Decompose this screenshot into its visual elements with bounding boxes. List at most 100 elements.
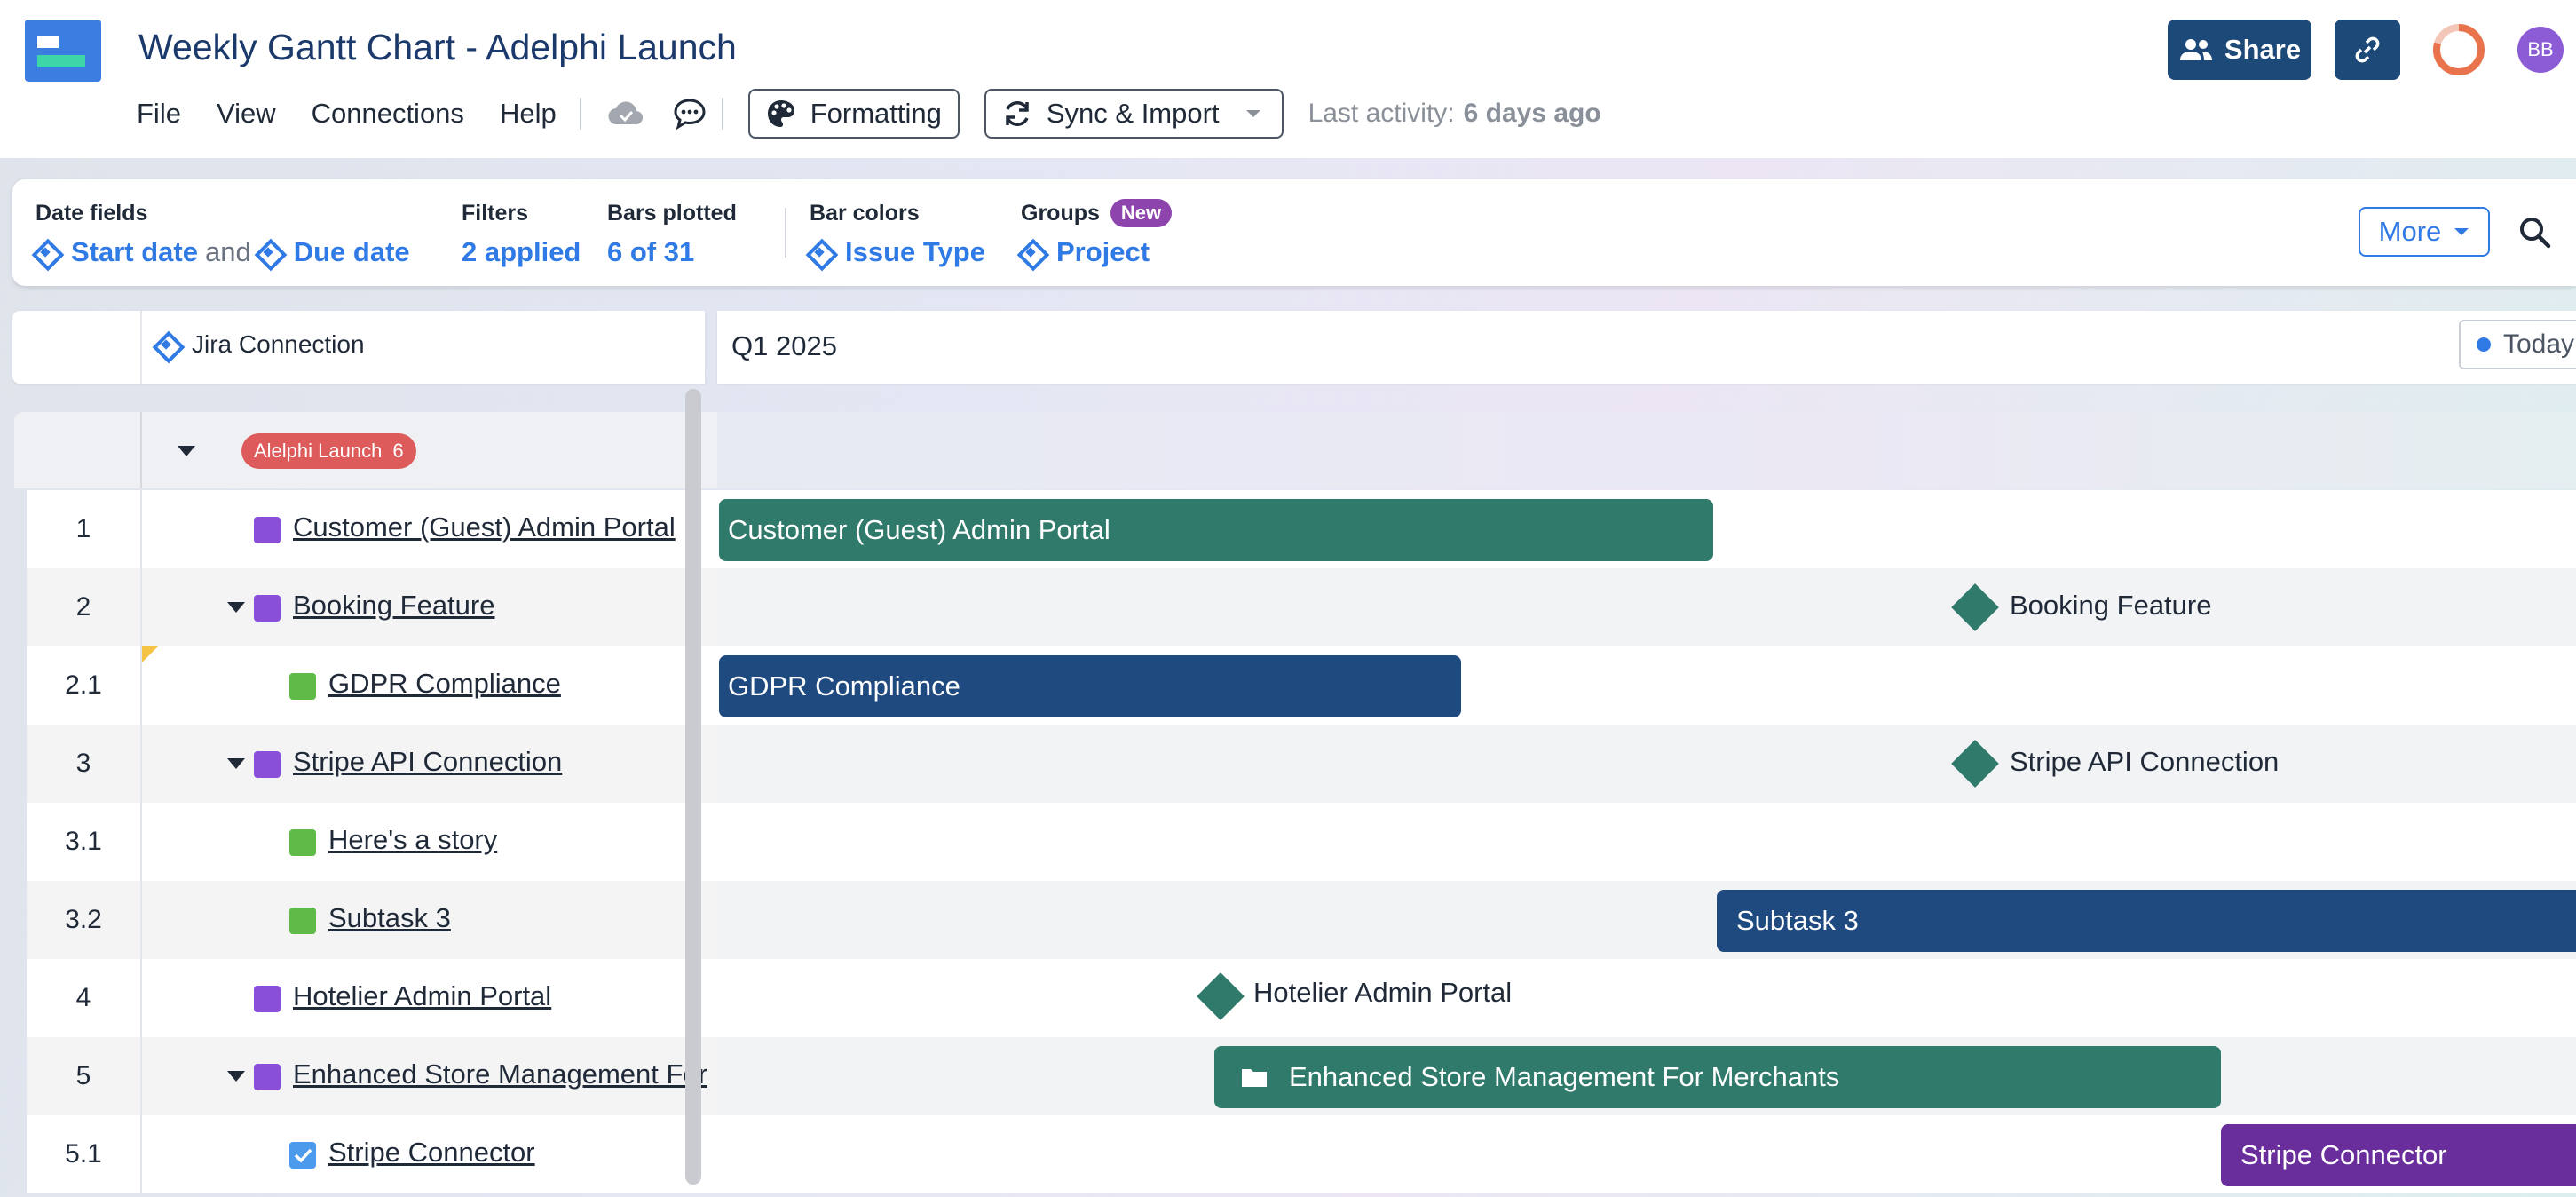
- group-timeline-cell: [717, 412, 2576, 488]
- gantt-bar[interactable]: Customer (Guest) Admin Portal: [719, 499, 1713, 561]
- chevron-down-icon: [1245, 110, 1260, 117]
- chart-settings-bar: Date fields Start date and Due date Filt…: [12, 179, 2576, 286]
- bars-plotted-value[interactable]: 6 of 31: [607, 236, 737, 268]
- top-bar: Weekly Gantt Chart - Adelphi Launch File…: [0, 0, 2576, 158]
- document-title[interactable]: Weekly Gantt Chart - Adelphi Launch: [138, 27, 737, 68]
- milestone-label: Hotelier Admin Portal: [1253, 977, 1513, 1008]
- issue-link[interactable]: Here's a story: [328, 824, 497, 856]
- table-row[interactable]: 2 Booking Feature Booking Feature: [27, 568, 2576, 646]
- last-activity-value: 6 days ago: [1463, 99, 1601, 128]
- share-button[interactable]: Share: [2168, 20, 2311, 80]
- row-name-cell: Hotelier Admin Portal: [142, 959, 731, 1037]
- comments-icon[interactable]: [670, 94, 709, 133]
- row-number: 5.1: [27, 1115, 142, 1193]
- bar-colors-setting[interactable]: Bar colors Issue Type: [810, 197, 985, 268]
- comment-flag-icon[interactable]: [142, 646, 158, 662]
- row-timeline-cell: Booking Feature: [717, 568, 2576, 646]
- table-row[interactable]: 1 Customer (Guest) Admin Portal Customer…: [27, 490, 2576, 568]
- and-text: and: [204, 236, 251, 267]
- groups-label: Groups: [1021, 200, 1100, 226]
- cloud-saved-icon[interactable]: [606, 94, 645, 133]
- gantt-bar[interactable]: GDPR Compliance: [719, 655, 1461, 717]
- filters-value[interactable]: 2 applied: [462, 236, 581, 268]
- gantt-bar[interactable]: Stripe Connector: [2221, 1124, 2576, 1186]
- group-number-cell: [14, 412, 142, 488]
- bars-plotted-setting[interactable]: Bars plotted 6 of 31: [607, 197, 737, 268]
- due-date-field[interactable]: Due date: [294, 236, 410, 268]
- table-row[interactable]: 3 Stripe API Connection Stripe API Conne…: [27, 725, 2576, 803]
- menu-connections[interactable]: Connections: [312, 98, 464, 130]
- palette-icon: [767, 100, 794, 127]
- row-number: 5: [27, 1037, 142, 1115]
- filters-label: Filters: [462, 200, 529, 226]
- jira-field-icon: [36, 242, 55, 262]
- groups-value[interactable]: Project: [1056, 236, 1150, 268]
- milestone-diamond[interactable]: [1951, 583, 1999, 631]
- row-name-cell: Stripe API Connection: [142, 725, 731, 803]
- milestone-label: Booking Feature: [2010, 590, 2212, 621]
- issue-link[interactable]: Enhanced Store Management For: [293, 1058, 707, 1090]
- copy-link-button[interactable]: [2335, 20, 2400, 80]
- groups-setting[interactable]: Groups New Project: [1021, 197, 1173, 268]
- row-number: 1: [27, 490, 142, 568]
- jira-connection-icon: [156, 335, 176, 354]
- issue-link[interactable]: Booking Feature: [293, 590, 494, 622]
- connection-header[interactable]: Jira Connection: [156, 330, 365, 359]
- sync-icon: [1006, 101, 1029, 126]
- avatar[interactable]: BB: [2517, 27, 2564, 73]
- issue-link[interactable]: GDPR Compliance: [328, 668, 561, 700]
- table-row[interactable]: 4 Hotelier Admin Portal Hotelier Admin P…: [27, 959, 2576, 1037]
- collapse-caret-icon[interactable]: [227, 758, 245, 769]
- filters-setting[interactable]: Filters 2 applied: [462, 197, 581, 268]
- gantt-logo-icon[interactable]: [25, 20, 101, 82]
- sync-import-button[interactable]: Sync & Import: [984, 89, 1284, 139]
- connection-label: Jira Connection: [192, 330, 365, 358]
- new-badge: New: [1110, 199, 1173, 227]
- milestone-diamond[interactable]: [1951, 740, 1999, 788]
- more-button[interactable]: More: [2359, 207, 2490, 257]
- table-row[interactable]: 3.1 Here's a story: [27, 803, 2576, 881]
- issue-link[interactable]: Hotelier Admin Portal: [293, 980, 551, 1012]
- vertical-scrollbar[interactable]: [685, 389, 701, 1185]
- group-badge[interactable]: Alelphi Launch 6: [241, 433, 416, 469]
- timeline-header: Q1 2025 Today: [717, 311, 2576, 384]
- menu-view[interactable]: View: [217, 98, 276, 130]
- gantt-bar[interactable]: Enhanced Store Management For Merchants: [1214, 1046, 2221, 1108]
- row-timeline-cell: Stripe Connector: [717, 1115, 2576, 1193]
- milestone-diamond[interactable]: [1197, 972, 1245, 1020]
- table-row[interactable]: 2.1 GDPR Compliance GDPR Compliance: [27, 646, 2576, 725]
- progress-ring-icon[interactable]: [2430, 21, 2487, 78]
- table-row[interactable]: 5.1 Stripe Connector Stripe Connector: [27, 1115, 2576, 1193]
- issue-link[interactable]: Stripe API Connection: [293, 746, 562, 778]
- menu-file[interactable]: File: [137, 98, 181, 130]
- collapse-caret-icon[interactable]: [178, 446, 195, 456]
- issue-link[interactable]: Stripe Connector: [328, 1137, 535, 1169]
- table-row[interactable]: 3.2 Subtask 3 Subtask 3: [27, 881, 2576, 959]
- today-button[interactable]: Today: [2459, 320, 2576, 369]
- last-activity: Last activity: 6 days ago: [1308, 99, 1601, 129]
- issue-link[interactable]: Subtask 3: [328, 902, 451, 934]
- search-icon[interactable]: [2517, 215, 2553, 250]
- collapse-caret-icon[interactable]: [227, 1071, 245, 1082]
- date-fields-setting[interactable]: Date fields Start date and Due date: [36, 197, 410, 268]
- start-date-field[interactable]: Start date: [71, 236, 198, 268]
- epic-icon: [254, 986, 281, 1012]
- epic-icon: [254, 751, 281, 778]
- table-row[interactable]: 5 Enhanced Store Management For Enhanced…: [27, 1037, 2576, 1115]
- row-timeline-cell: Subtask 3: [717, 881, 2576, 959]
- bar-colors-value[interactable]: Issue Type: [845, 236, 985, 268]
- timeline-period-label: Q1 2025: [731, 330, 837, 361]
- menu-help[interactable]: Help: [500, 98, 557, 130]
- more-label: More: [2378, 216, 2442, 247]
- formatting-button[interactable]: Formatting: [747, 89, 960, 139]
- people-icon: [2179, 39, 2212, 60]
- row-timeline-cell: Hotelier Admin Portal: [717, 959, 2576, 1037]
- milestone-label: Stripe API Connection: [2010, 746, 2280, 777]
- grid-body: Alelphi Launch 6 1 Customer (Guest) Admi…: [0, 412, 2576, 1197]
- issue-link[interactable]: Customer (Guest) Admin Portal: [293, 511, 676, 543]
- today-dot-icon: [2477, 337, 2491, 352]
- collapse-caret-icon[interactable]: [227, 602, 245, 613]
- group-row[interactable]: Alelphi Launch 6: [14, 412, 2576, 488]
- epic-icon: [254, 1064, 281, 1090]
- gantt-bar[interactable]: Subtask 3: [1717, 890, 2576, 952]
